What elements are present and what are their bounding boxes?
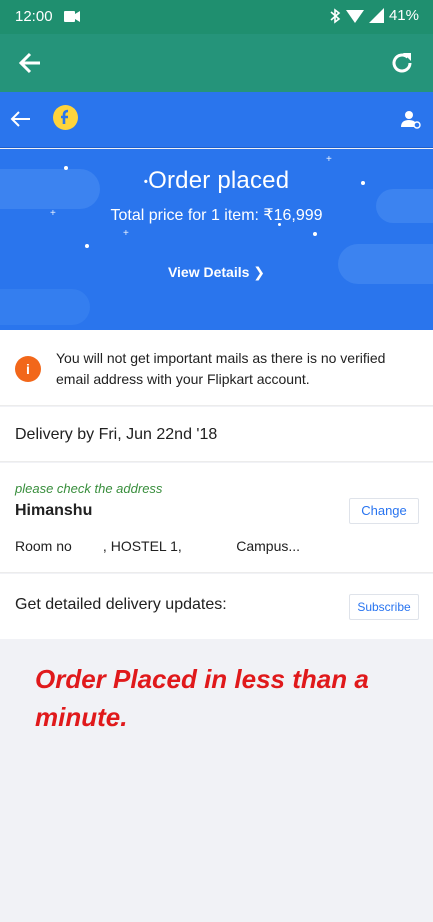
delivery-card: Delivery by Fri, Jun 22nd '18 [0, 407, 433, 462]
email-warning-card: i You will not get important mails as th… [0, 330, 433, 406]
cell-signal-icon [368, 8, 384, 23]
cloud-decoration [0, 289, 90, 325]
sparkle-icon: + [326, 154, 332, 165]
account-icon[interactable] [399, 108, 421, 130]
delivery-date-text: Delivery by Fri, Jun 22nd '18 [15, 426, 218, 443]
order-status-title: •Order placed [143, 167, 290, 194]
email-warning-text: You will not get important mails as ther… [56, 350, 386, 387]
back-arrow-icon[interactable] [18, 50, 44, 76]
change-address-button[interactable]: Change [349, 498, 419, 524]
address-line: Room no , HOSTEL 1, Campus... [15, 538, 301, 554]
annotation-text: Order Placed in less than a minute. [35, 664, 369, 732]
sparkle-dot [313, 232, 317, 236]
bluetooth-icon [330, 7, 341, 24]
status-time: 12:00 [15, 8, 53, 25]
wifi-icon [345, 10, 364, 23]
battery-percent: 41% [388, 7, 419, 24]
back-arrow-icon[interactable] [9, 108, 33, 130]
sparkle-dot [85, 244, 89, 248]
flipkart-logo-icon[interactable] [53, 105, 78, 130]
delivery-updates-card: Get detailed delivery updates: Subscribe [0, 574, 433, 639]
total-price-text: Total price for 1 item: ₹16,999 [110, 207, 323, 224]
refresh-icon[interactable] [389, 50, 415, 76]
sparkle-icon: + [123, 228, 129, 239]
view-details-link[interactable]: View Details ❯ [0, 264, 433, 281]
flipkart-header [0, 92, 433, 148]
address-hint: please check the address [15, 481, 163, 496]
status-bar: 12:00 41% [0, 0, 433, 34]
subscribe-button[interactable]: Subscribe [349, 594, 419, 620]
recipient-name: Himanshu [15, 502, 93, 519]
video-camera-icon [64, 11, 80, 22]
delivery-updates-text: Get detailed delivery updates: [15, 596, 227, 613]
status-indicators: 41% [329, 7, 419, 24]
order-banner: + + + •Order placed Total price for 1 it… [0, 149, 433, 330]
address-card: please check the address Himanshu Room n… [0, 463, 433, 573]
info-icon: i [15, 356, 41, 382]
app-toolbar [0, 34, 433, 92]
